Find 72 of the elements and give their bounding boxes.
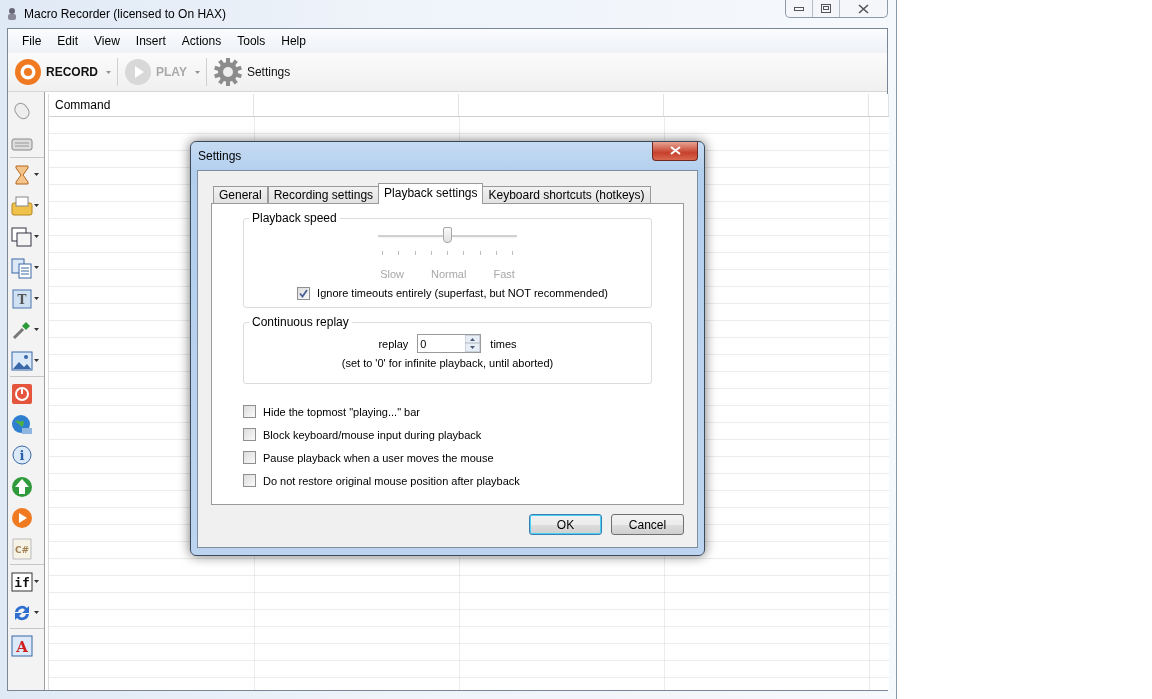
caret-icon	[34, 204, 39, 207]
tab[interactable]: Keyboard shortcuts (hotkeys)	[482, 186, 651, 203]
play-icon	[11, 506, 33, 529]
menu-item[interactable]: View	[86, 34, 128, 48]
menu-item[interactable]: File	[14, 34, 50, 48]
checkbox-label: Block keyboard/mouse input during playback	[263, 428, 482, 441]
caret-icon	[34, 328, 39, 331]
spin-up-button[interactable]	[465, 335, 481, 343]
play-icon	[124, 58, 152, 86]
dialog-title: Settings	[198, 149, 242, 163]
caret-icon	[34, 580, 39, 583]
slider-thumb[interactable]	[442, 227, 452, 243]
menu-item[interactable]: Tools	[229, 34, 274, 48]
column-header[interactable]: Command	[49, 94, 254, 116]
image-icon	[11, 349, 33, 372]
group-label: Continuous replay	[249, 315, 352, 329]
caret-icon	[34, 266, 39, 269]
spin-down-button[interactable]	[465, 343, 481, 352]
checkbox[interactable]	[243, 428, 256, 441]
caret-icon	[34, 611, 39, 614]
tool-button[interactable]: T	[10, 283, 39, 314]
checkbox[interactable]	[297, 286, 311, 300]
checkbox[interactable]	[243, 405, 256, 418]
record-icon	[14, 58, 42, 86]
window-title: Macro Recorder (licensed to On HAX)	[24, 7, 227, 21]
minimize-icon	[794, 6, 804, 11]
replay-spinner[interactable]: 0	[417, 334, 482, 353]
menu-item[interactable]: Actions	[173, 34, 230, 48]
close-icon	[669, 146, 681, 155]
restore-icon	[821, 4, 831, 13]
replay-label: replay	[378, 337, 409, 350]
tab[interactable]: Playback settings	[378, 183, 484, 204]
close-button[interactable]	[652, 141, 698, 161]
times-label: times	[490, 337, 517, 350]
ok-button[interactable]: OK	[529, 514, 602, 535]
caret-icon	[106, 70, 111, 74]
caret-icon	[34, 235, 39, 238]
tab[interactable]: Recording settings	[267, 186, 380, 203]
printer-icon	[11, 194, 33, 217]
cancel-button[interactable]: Cancel	[611, 514, 684, 535]
speed-label: Fast	[493, 268, 515, 280]
group-label: Playback speed	[249, 211, 340, 225]
checkbox[interactable]	[243, 451, 256, 464]
windows-icon	[11, 225, 33, 248]
condition-icon: if	[11, 570, 33, 593]
checkbox-label: Hide the topmost "playing..." bar	[263, 405, 420, 418]
replay-count-field[interactable]: 0	[418, 335, 466, 352]
record-button[interactable]: RECORD	[10, 55, 115, 89]
copy-icon	[11, 256, 33, 279]
speed-label: Normal	[431, 268, 467, 280]
globe-icon	[11, 413, 33, 436]
power-icon	[11, 382, 33, 405]
replay-hint: (set to '0' for infinite playback, until aborted)	[341, 357, 554, 369]
close-icon	[858, 3, 869, 14]
app-icon	[6, 7, 18, 21]
caret-icon	[34, 297, 39, 300]
settings-button[interactable]: Settings	[208, 55, 295, 89]
caret-icon	[194, 70, 200, 74]
checkbox-label: Ignore timeouts entirely (superfast, but NOT recommended)	[317, 287, 608, 299]
tab[interactable]: General	[213, 186, 268, 203]
tool-button[interactable]: if	[10, 566, 39, 597]
caret-icon	[34, 359, 39, 362]
menu-item[interactable]: Help	[273, 34, 314, 48]
speed-label: Slow	[380, 268, 404, 280]
checkbox[interactable]	[243, 474, 256, 487]
menu-item[interactable]: Insert	[127, 34, 174, 48]
caret-icon	[34, 173, 39, 176]
menu-item[interactable]: Edit	[49, 34, 87, 48]
gear-icon	[212, 57, 243, 87]
checkbox-label: Do not restore original mouse position after playback	[263, 474, 520, 487]
checkbox-label: Pause playback when a user moves the mouse	[263, 451, 494, 464]
text-tool-icon: T	[11, 287, 33, 310]
